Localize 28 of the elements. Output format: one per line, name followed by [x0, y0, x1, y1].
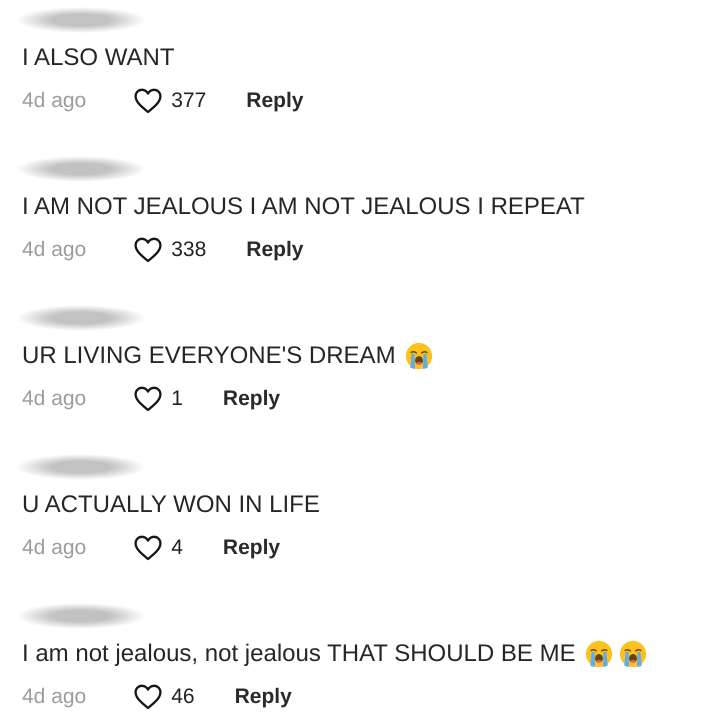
timestamp: 4d ago	[22, 684, 86, 710]
timestamp: 4d ago	[22, 237, 86, 264]
timestamp: 4d ago	[22, 386, 86, 412]
like-count: 338	[171, 237, 206, 264]
heart-icon[interactable]	[134, 535, 162, 561]
heart-icon[interactable]	[134, 386, 162, 412]
like-count: 4	[171, 535, 183, 562]
heart-icon[interactable]	[134, 684, 162, 710]
timestamp: 4d ago	[22, 88, 86, 114]
heart-icon[interactable]	[134, 88, 162, 114]
crying-face-icon	[618, 640, 647, 668]
reply-button[interactable]: Reply	[246, 237, 304, 263]
heart-icon[interactable]	[134, 237, 162, 263]
like-count: 1	[171, 386, 183, 412]
reply-button[interactable]: Reply	[222, 386, 280, 412]
reply-button[interactable]: Reply	[246, 88, 304, 114]
comment-text: I ALSO WANT	[22, 43, 174, 73]
timestamp: 4d ago	[22, 535, 86, 562]
like-count: 46	[171, 684, 195, 710]
comment-text: UR LIVING EVERYONE'S DREAM	[22, 341, 396, 371]
comment-text: I am not jealous, not jealous THAT SHOULD BE ME	[22, 639, 576, 669]
reply-button[interactable]: Reply	[234, 684, 292, 710]
crying-face-icon	[404, 342, 433, 370]
comment-text: U ACTUALLY WON IN LIFE	[22, 490, 320, 520]
crying-face-icon	[584, 640, 613, 668]
like-count: 377	[171, 88, 206, 114]
comment-text: I AM NOT JEALOUS I AM NOT JEALOUS I REPEAT	[22, 192, 585, 222]
reply-button[interactable]: Reply	[222, 535, 280, 561]
